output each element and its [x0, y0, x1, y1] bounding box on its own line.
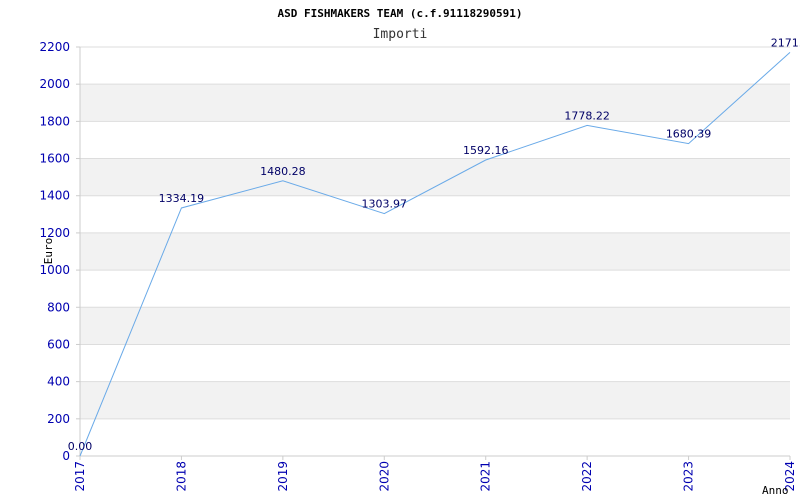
y-tick-label: 200 — [47, 412, 70, 426]
x-tick-label: 2020 — [377, 461, 391, 492]
y-tick-label: 400 — [47, 375, 70, 389]
data-label: 0.00 — [68, 440, 93, 453]
x-tick-label: 2018 — [174, 461, 188, 492]
grid-band — [80, 381, 790, 419]
x-tick-label: 2017 — [73, 461, 87, 492]
grid-band — [80, 307, 790, 345]
x-tick-label: 2019 — [276, 461, 290, 492]
chart-subtitle: Importi — [373, 27, 428, 42]
line-chart: 0200400600800100012001400160018002000220… — [39, 7, 800, 497]
x-axis-ticks: 2017 2018 2019 2020 2021 2022 2023 2024 — [73, 456, 797, 492]
y-tick-label: 2000 — [39, 77, 70, 91]
x-axis-label: Anno — [762, 484, 789, 497]
x-tick-label: 2021 — [479, 461, 493, 492]
data-label: 1778.22 — [564, 109, 610, 122]
data-label: 1334.19 — [159, 192, 205, 205]
data-label: 1592.16 — [463, 144, 509, 157]
chart-title: ASD FISHMAKERS TEAM (c.f.91118290591) — [277, 7, 522, 20]
y-axis-label: Euro — [42, 238, 55, 265]
grid-band — [80, 232, 790, 271]
y-tick-label: 1600 — [39, 152, 70, 166]
y-tick-label: 800 — [47, 300, 70, 314]
y-tick-label: 1800 — [39, 114, 70, 128]
data-label: 2171.0 — [771, 36, 800, 49]
y-tick-label: 600 — [47, 337, 70, 351]
grid-band — [80, 158, 790, 196]
x-tick-label: 2023 — [682, 461, 696, 492]
x-tick-label: 2022 — [580, 461, 594, 492]
grid-band — [80, 84, 790, 122]
data-label: 1480.28 — [260, 165, 306, 178]
data-label: 1680.39 — [666, 128, 712, 141]
data-label: 1303.97 — [362, 198, 408, 211]
y-tick-label: 1400 — [39, 189, 70, 203]
y-tick-label: 2200 — [39, 40, 70, 54]
